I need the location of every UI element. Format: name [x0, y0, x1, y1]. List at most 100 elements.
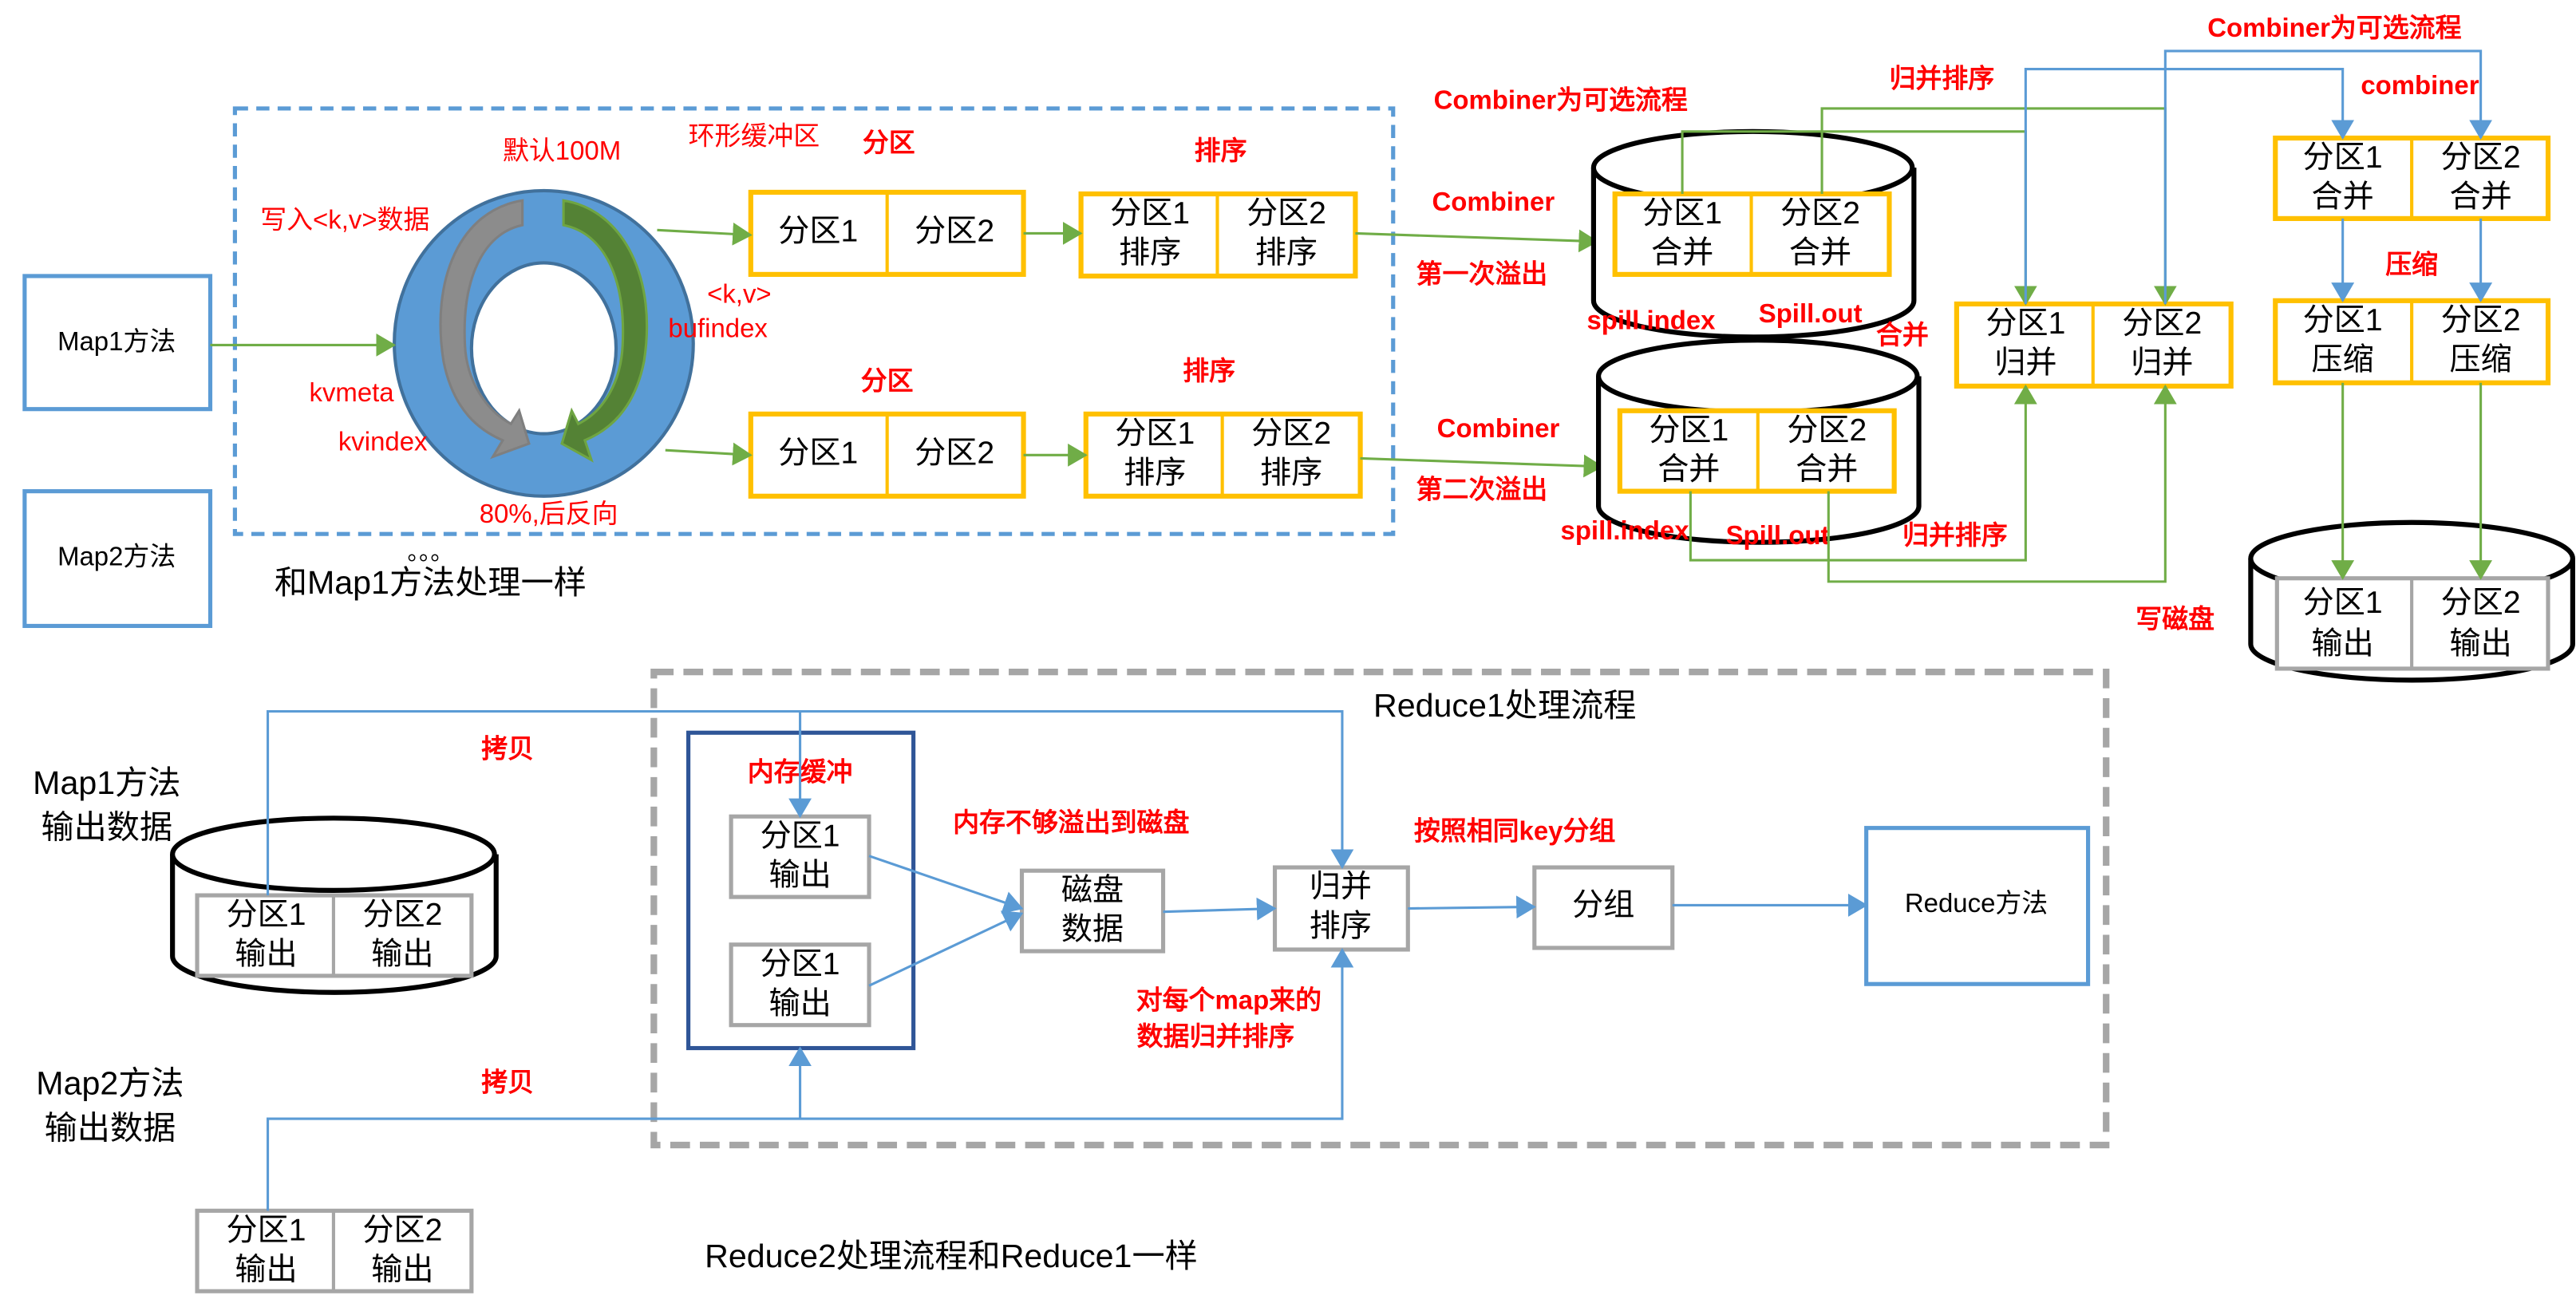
- copy-label-2: 拷贝: [481, 1068, 534, 1097]
- reduce2-note: Reduce2处理流程和Reduce1一样: [705, 1238, 1198, 1274]
- svg-text:分区1: 分区1: [761, 819, 840, 853]
- merge-label: 合并: [1876, 320, 1929, 349]
- default-size-label: 默认100M: [503, 136, 621, 165]
- svg-text:输出: 输出: [371, 1253, 433, 1287]
- svg-text:排序: 排序: [1119, 236, 1181, 270]
- spill-to-disk-label: 内存不够溢出到磁盘: [953, 808, 1189, 837]
- svg-text:分区1: 分区1: [2303, 140, 2383, 175]
- svg-text:排序: 排序: [1260, 456, 1322, 490]
- per-map-label-2: 数据归并排序: [1137, 1021, 1295, 1051]
- svg-text:分区2: 分区2: [1780, 196, 1860, 231]
- reduce1-title: Reduce1处理流程: [1373, 687, 1636, 724]
- svg-text:分组: 分组: [1572, 888, 1634, 922]
- sort-label-top: 排序: [1195, 136, 1247, 165]
- disk-data-box: 磁盘数据: [1019, 868, 1166, 954]
- svg-text:分区1: 分区1: [1642, 196, 1722, 231]
- bufindex-label: bufindex: [668, 314, 768, 343]
- map1-box[interactable]: Map1方法: [22, 274, 213, 412]
- merge-sort-label-bottom: 归并排序: [1902, 520, 2008, 550]
- reduce-flow-lines: [267, 709, 1868, 1211]
- merge-box: 分区1 归并 分区2 归并: [1954, 301, 2234, 389]
- first-spill-label: 第一次溢出: [1416, 259, 1548, 289]
- svg-text:输出: 输出: [371, 938, 433, 972]
- svg-text:分区1: 分区1: [1649, 413, 1729, 448]
- map2-note: 和Map1方法处理一样: [275, 564, 587, 601]
- kv-label: <k,v>: [707, 278, 772, 308]
- svg-text:磁盘: 磁盘: [1061, 873, 1124, 907]
- map2-box[interactable]: Map2方法: [22, 489, 213, 629]
- map2-label: Map2方法: [57, 542, 176, 571]
- svg-text:分区1: 分区1: [227, 1213, 306, 1247]
- sort-box-top: 分区1 排序 分区2 排序: [1078, 191, 1358, 279]
- svg-text:分区2: 分区2: [915, 436, 994, 471]
- kvmeta-label: kvmeta: [309, 377, 394, 407]
- svg-text:输出: 输出: [768, 986, 831, 1021]
- svg-text:压缩: 压缩: [2449, 342, 2511, 377]
- spill-index-label-1: spill.index: [1586, 305, 1716, 334]
- ring-buffer: [393, 188, 695, 498]
- svg-text:分区2: 分区2: [362, 1213, 442, 1247]
- svg-text:分区2: 分区2: [1247, 196, 1326, 231]
- svg-text:合并: 合并: [2312, 180, 2374, 215]
- sort-box-bottom: 分区1 排序 分区2 排序: [1083, 411, 1363, 499]
- svg-text:分区2: 分区2: [362, 898, 442, 932]
- mapreduce-shuffle-diagram: Map1方法 Map2方法 。。。 和Map1方法处理一样 默认100M 环形缓…: [22, 13, 2575, 1293]
- svg-text:归并: 归并: [1310, 870, 1372, 904]
- map-output-file: 分区1 输出 分区2 输出: [2248, 519, 2575, 683]
- svg-text:数据: 数据: [1061, 913, 1124, 947]
- svg-text:归并: 归并: [1994, 346, 2056, 380]
- merge-sort-box: 归并排序: [1272, 865, 1410, 952]
- svg-text:输出: 输出: [2449, 626, 2511, 661]
- svg-text:排序: 排序: [1255, 236, 1318, 270]
- svg-text:分区1: 分区1: [1110, 196, 1190, 231]
- svg-text:输出: 输出: [2312, 626, 2374, 661]
- svg-text:分区2: 分区2: [2441, 586, 2521, 620]
- reverse-label: 80%,后反向: [480, 499, 618, 528]
- sort-label-bottom: 排序: [1183, 356, 1235, 385]
- svg-text:分区2: 分区2: [2441, 140, 2521, 175]
- svg-text:分区1: 分区1: [1115, 417, 1195, 451]
- map2-output-label-2: 输出数据: [45, 1109, 176, 1146]
- combiner-label-2: Combiner: [1437, 413, 1560, 443]
- svg-text:归并: 归并: [2131, 346, 2193, 380]
- svg-text:压缩: 压缩: [2312, 342, 2374, 377]
- kvindex-label: kvindex: [338, 427, 428, 456]
- svg-text:输出: 输出: [235, 1253, 297, 1287]
- map1-output-label: Map1方法: [33, 764, 180, 801]
- map1-output-label-2: 输出数据: [41, 809, 172, 846]
- svg-text:合并: 合并: [1796, 452, 1858, 487]
- compress-box: 分区1 压缩 分区2 压缩: [2273, 298, 2551, 385]
- ring-buffer-label: 环形缓冲区: [689, 121, 820, 151]
- combine-box: 分区1 合并 分区2 合并: [2273, 135, 2551, 221]
- svg-text:合并: 合并: [2449, 180, 2511, 215]
- copy-label-1: 拷贝: [481, 734, 534, 764]
- reduce-method-label: Reduce方法: [1905, 888, 2048, 918]
- svg-text:分区1: 分区1: [1985, 306, 2065, 341]
- ellipsis: 。。。: [408, 539, 454, 565]
- svg-text:分区2: 分区2: [1251, 417, 1331, 451]
- reduce-method-box[interactable]: Reduce方法: [1864, 826, 2091, 986]
- group-by-key-label: 按照相同key分组: [1414, 816, 1616, 846]
- combiner-label-1: Combiner: [1432, 187, 1555, 216]
- svg-text:输出: 输出: [235, 938, 297, 972]
- svg-text:输出: 输出: [768, 859, 831, 893]
- map1-output-file: 分区1 输出 分区2 输出: [170, 815, 499, 995]
- spill-index-label-2: spill.index: [1561, 515, 1690, 545]
- compress-label: 压缩: [2385, 249, 2438, 278]
- svg-text:分区1: 分区1: [2303, 586, 2383, 620]
- svg-text:合并: 合并: [1657, 452, 1720, 487]
- svg-text:分区1: 分区1: [2303, 303, 2383, 338]
- combiner-optional-label-2: Combiner为可选流程: [2207, 13, 2461, 42]
- map2-output-label: Map2方法: [36, 1065, 184, 1102]
- spill-file-2: 分区1 合并 分区2 合并: [1596, 338, 1922, 545]
- combiner-optional-label: Combiner为可选流程: [1434, 85, 1688, 114]
- spill-out-label-2: Spill.out: [1726, 520, 1830, 550]
- svg-text:分区1: 分区1: [761, 947, 840, 981]
- svg-text:排序: 排序: [1124, 456, 1186, 490]
- svg-text:分区1: 分区1: [778, 215, 858, 249]
- merge-sort-label-top: 归并排序: [1890, 64, 1995, 93]
- per-map-label: 对每个map来的: [1136, 985, 1322, 1015]
- svg-text:分区1: 分区1: [778, 436, 858, 471]
- svg-text:合并: 合并: [1789, 236, 1851, 270]
- svg-text:排序: 排序: [1310, 910, 1372, 944]
